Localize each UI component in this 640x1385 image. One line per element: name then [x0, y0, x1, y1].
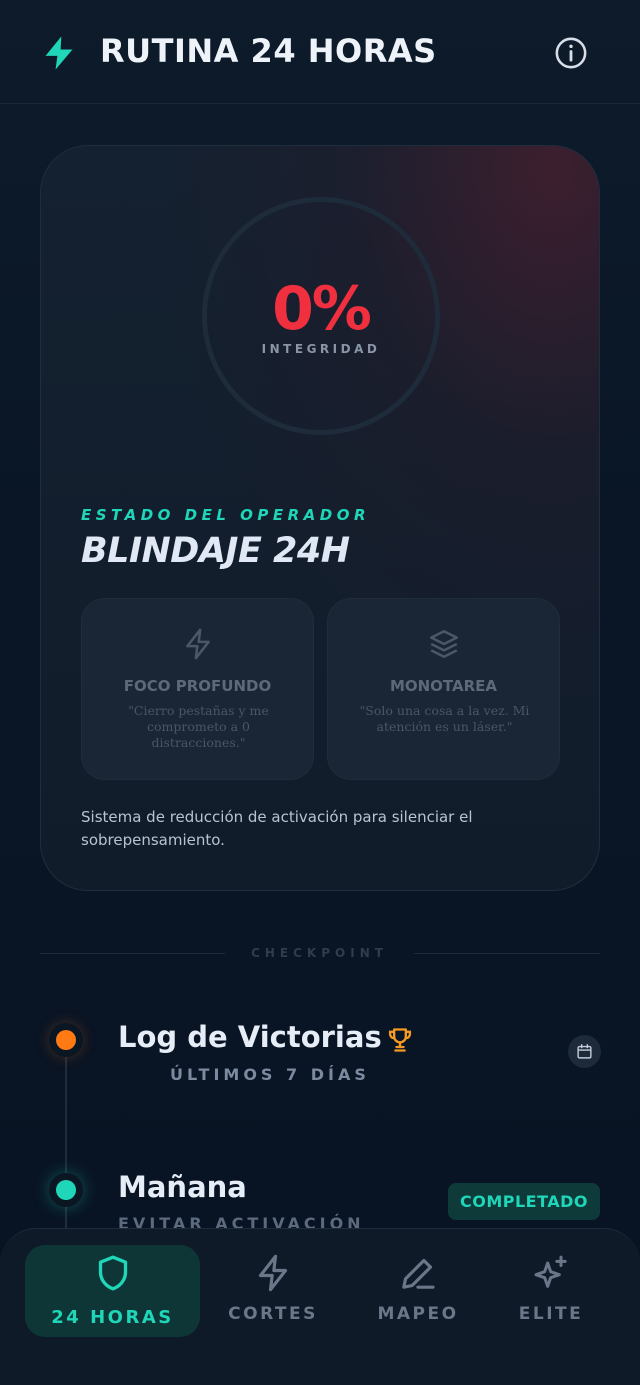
checkpoint-label: CHECKPOINT	[251, 946, 388, 960]
timeline-subtitle-victories: ÚLTIMOS 7 DÍAS	[170, 1065, 370, 1084]
operator-state-label: ESTADO DEL OPERADOR	[81, 506, 371, 524]
mode-card-monotask[interactable]: MONOTAREA "Solo una cosa a la vez. Mi at…	[327, 598, 560, 780]
system-description: Sistema de reducción de activación para …	[81, 808, 473, 849]
integrity-label: INTEGRIDAD	[261, 342, 381, 356]
integrity-percent: 0%	[272, 274, 372, 344]
sparkles-icon	[534, 1255, 567, 1288]
nav-item-elite[interactable]: ELITE	[490, 1245, 612, 1337]
app-title: RUTINA 24 HORAS	[100, 32, 437, 70]
nav-label: CORTES	[228, 1304, 318, 1324]
bolt-icon	[186, 628, 210, 660]
mode-quote: "Solo una cosa a la vez. Mi atención es …	[359, 703, 530, 734]
mode-card-deep-focus[interactable]: FOCO PROFUNDO "Cierro pestañas y me comp…	[81, 598, 314, 780]
shield-icon	[98, 1255, 127, 1291]
mode-title: MONOTAREA	[389, 677, 498, 695]
divider-right	[414, 953, 600, 954]
trophy-icon	[388, 1028, 412, 1052]
bolt-logo-icon	[45, 36, 73, 70]
bottom-nav: 24 HORAS CORTES MAPEO ELITE	[0, 1228, 640, 1385]
calendar-button[interactable]	[568, 1035, 601, 1068]
info-icon[interactable]	[554, 36, 588, 70]
mode-quote: "Cierro pestañas y me comprometo a 0 dis…	[128, 703, 269, 750]
timeline-dot-tomorrow	[49, 1173, 83, 1207]
divider-left	[40, 953, 225, 954]
completed-badge: COMPLETADO	[448, 1183, 600, 1220]
bolt-icon	[258, 1254, 288, 1292]
nav-label: ELITE	[518, 1304, 584, 1324]
nav-label: 24 HORAS	[51, 1307, 174, 1328]
status-card: 0% INTEGRIDAD ESTADO DEL OPERADOR BLINDA…	[40, 145, 600, 891]
timeline-title-tomorrow[interactable]: Mañana	[118, 1170, 247, 1204]
nav-item-cortes[interactable]: CORTES	[200, 1245, 346, 1337]
mode-title: FOCO PROFUNDO	[123, 677, 272, 695]
nav-label: MAPEO	[377, 1304, 459, 1324]
operator-state-title: BLINDAJE 24H	[81, 531, 350, 571]
calendar-icon	[577, 1044, 592, 1059]
app-screen: RUTINA 24 HORAS 0% INTEGRIDAD ESTADO DEL…	[0, 0, 640, 1385]
pen-icon	[402, 1258, 435, 1289]
timeline-title-victories[interactable]: Log de Victorias	[118, 1020, 382, 1054]
app-header: RUTINA 24 HORAS	[0, 0, 640, 104]
nav-item-mapeo[interactable]: MAPEO	[346, 1245, 490, 1337]
nav-item-24-horas[interactable]: 24 HORAS	[25, 1245, 200, 1337]
layers-icon	[429, 629, 459, 659]
timeline-dot-victories	[49, 1023, 83, 1057]
